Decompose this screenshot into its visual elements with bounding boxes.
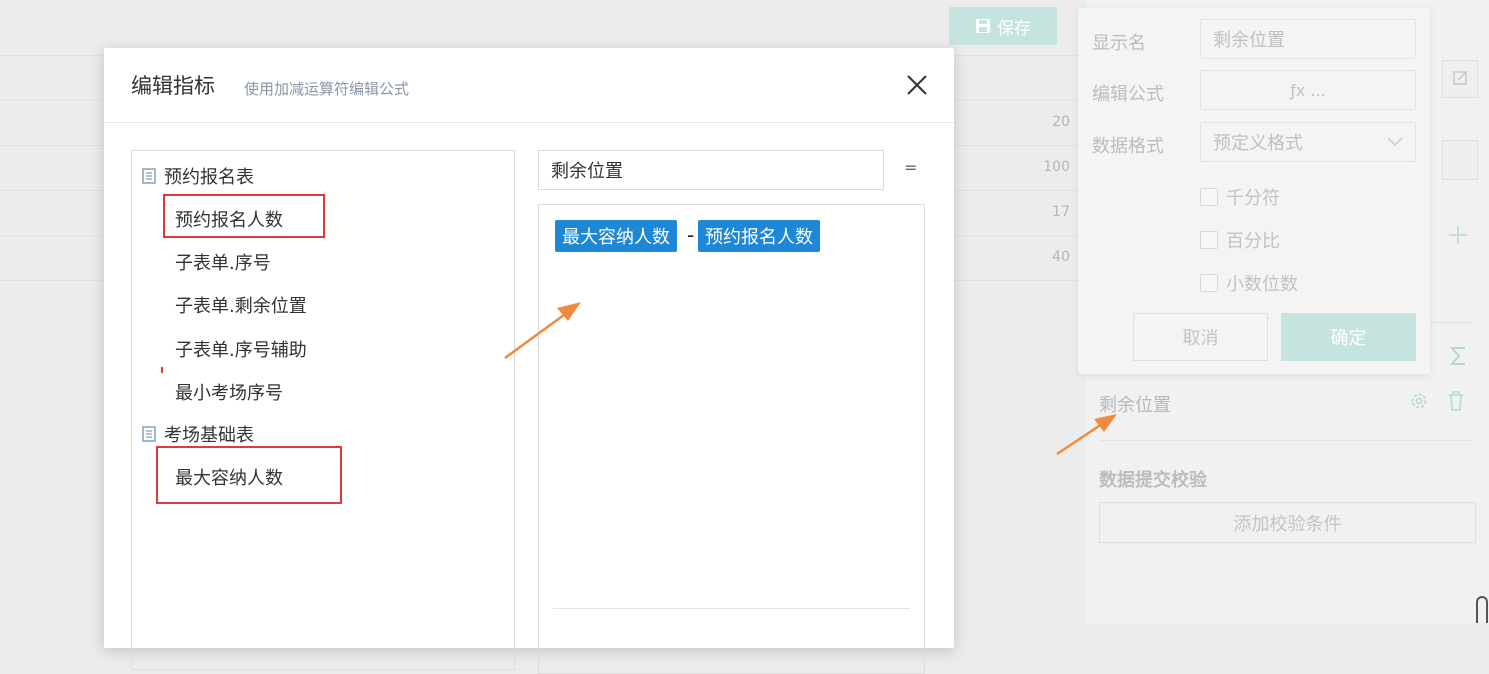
- arrow-icon: [1056, 414, 1117, 456]
- arrow-icon: [504, 302, 581, 360]
- annotation-arrows: [504, 302, 1117, 456]
